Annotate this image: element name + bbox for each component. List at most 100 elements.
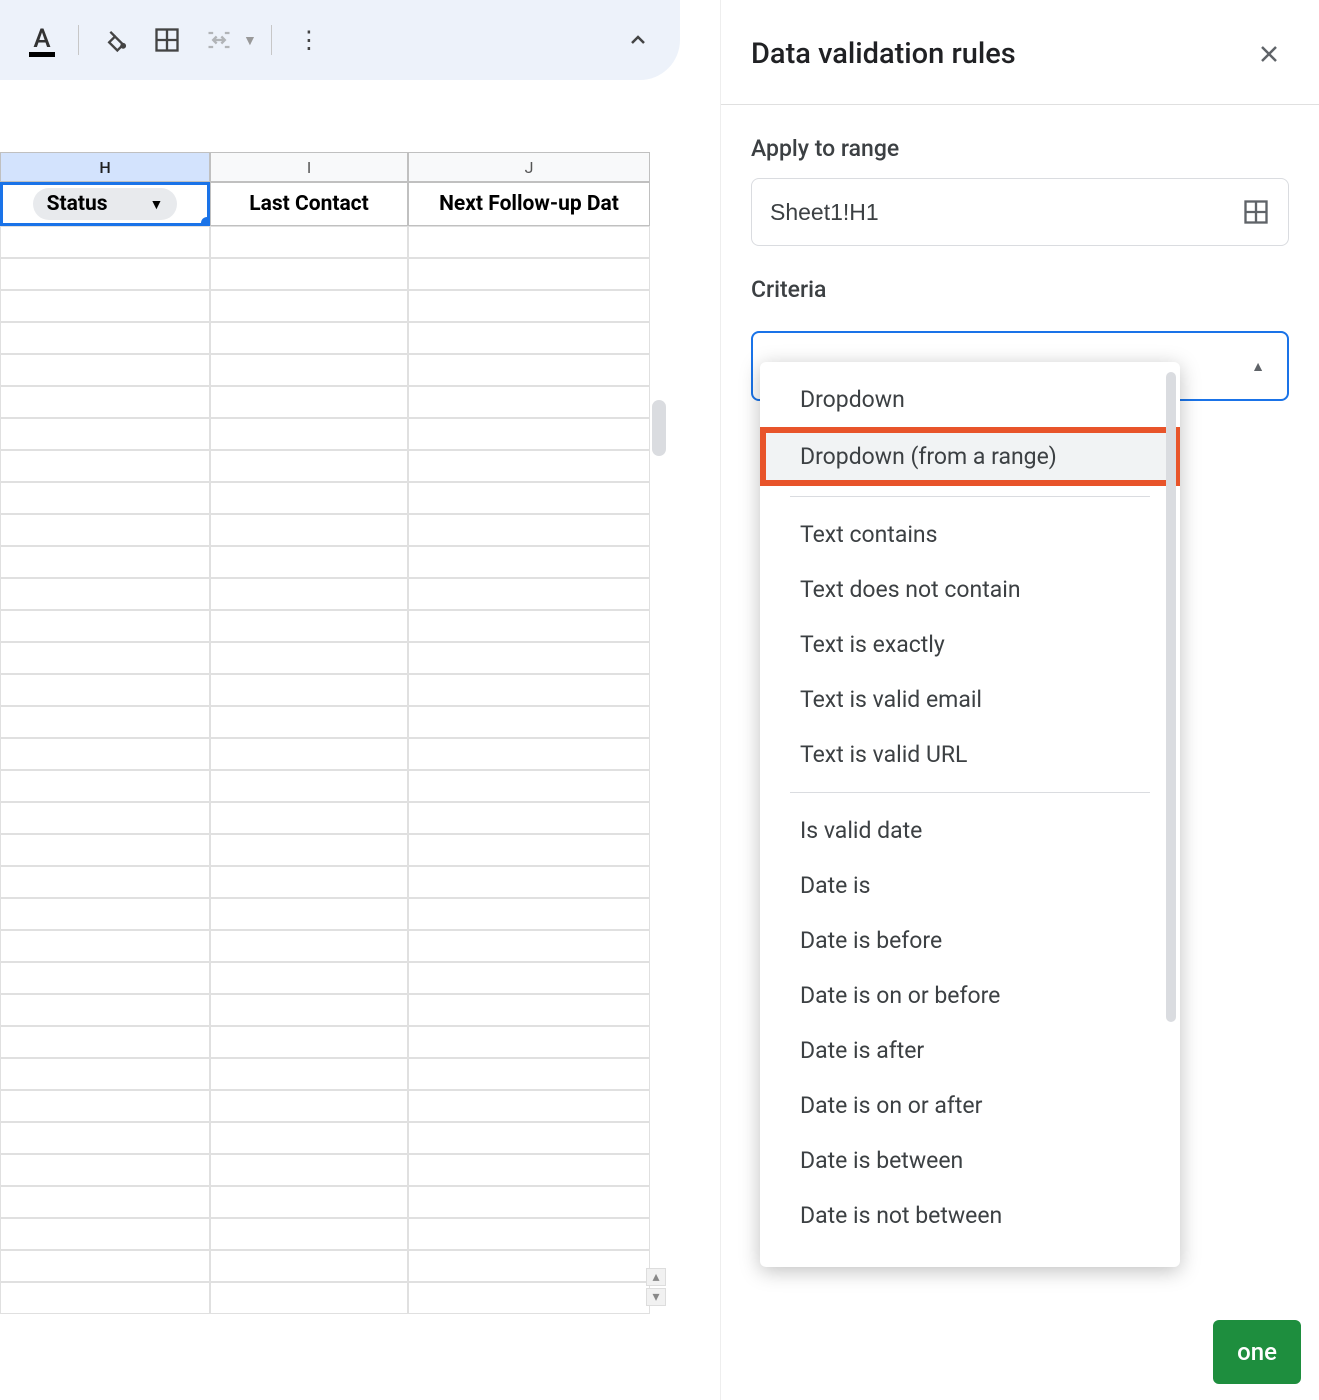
grid-cell[interactable] <box>210 354 408 386</box>
close-sidebar-button[interactable] <box>1249 34 1289 74</box>
criteria-option[interactable]: Date is not between <box>760 1188 1180 1243</box>
grid-cell[interactable] <box>210 994 408 1026</box>
grid-cell[interactable] <box>408 738 650 770</box>
criteria-option[interactable]: Text contains <box>760 507 1180 562</box>
vertical-scrollbar-thumb[interactable] <box>652 400 666 456</box>
grid-cell[interactable] <box>210 898 408 930</box>
grid-cell[interactable] <box>210 1058 408 1090</box>
grid-cell[interactable] <box>0 354 210 386</box>
grid-cell[interactable] <box>210 930 408 962</box>
grid-cell[interactable] <box>210 610 408 642</box>
criteria-option[interactable]: Date is on or after <box>760 1078 1180 1133</box>
grid-cell[interactable] <box>0 834 210 866</box>
grid-cell[interactable] <box>210 1218 408 1250</box>
grid-cell[interactable] <box>0 642 210 674</box>
grid-cell[interactable] <box>408 322 650 354</box>
grid-cell[interactable] <box>0 1122 210 1154</box>
grid-cell[interactable] <box>210 834 408 866</box>
grid-cell[interactable] <box>408 834 650 866</box>
grid-cell[interactable] <box>408 706 650 738</box>
borders-button[interactable] <box>145 18 189 62</box>
column-header-H[interactable]: H <box>0 152 210 182</box>
grid-cell[interactable] <box>408 418 650 450</box>
criteria-option[interactable]: Date is <box>760 858 1180 913</box>
grid-cell[interactable] <box>210 322 408 354</box>
grid-cell[interactable] <box>0 802 210 834</box>
criteria-option[interactable]: Is valid date <box>760 803 1180 858</box>
grid-cell[interactable] <box>0 1090 210 1122</box>
select-range-icon[interactable] <box>1242 198 1270 226</box>
grid-cell[interactable] <box>408 962 650 994</box>
grid-cell[interactable] <box>210 1026 408 1058</box>
text-color-button[interactable]: A <box>20 18 64 62</box>
grid-cell[interactable] <box>0 994 210 1026</box>
grid-cell[interactable] <box>408 1026 650 1058</box>
grid-cell[interactable] <box>408 1218 650 1250</box>
grid-cell[interactable] <box>210 866 408 898</box>
grid-cell[interactable] <box>408 674 650 706</box>
grid-cell[interactable] <box>408 1122 650 1154</box>
grid-cell[interactable] <box>210 1282 408 1314</box>
more-button[interactable]: ⋮ <box>286 18 330 62</box>
merge-cells-button[interactable] <box>197 18 241 62</box>
grid-cell[interactable] <box>408 898 650 930</box>
dropdown-scrollbar[interactable] <box>1166 372 1176 1022</box>
grid-cell[interactable] <box>210 386 408 418</box>
grid-cell[interactable] <box>0 1218 210 1250</box>
grid-cell[interactable] <box>0 706 210 738</box>
criteria-option[interactable]: Date is before <box>760 913 1180 968</box>
grid-cell[interactable] <box>0 962 210 994</box>
grid-cell[interactable] <box>408 1282 650 1314</box>
grid-cell[interactable] <box>210 1186 408 1218</box>
grid-cell[interactable] <box>0 226 210 258</box>
grid-cell[interactable] <box>210 1090 408 1122</box>
grid-cell[interactable] <box>408 258 650 290</box>
grid-cell[interactable] <box>408 354 650 386</box>
grid-cell[interactable] <box>0 898 210 930</box>
criteria-option[interactable]: Dropdown <box>760 372 1180 427</box>
grid-cell[interactable] <box>0 1026 210 1058</box>
grid-cell[interactable] <box>408 930 650 962</box>
grid-cell[interactable] <box>210 290 408 322</box>
grid-cell[interactable] <box>210 738 408 770</box>
grid-cell[interactable] <box>0 1282 210 1314</box>
grid-cell[interactable] <box>408 1250 650 1282</box>
grid-cell[interactable] <box>0 450 210 482</box>
done-button[interactable]: one <box>1213 1320 1301 1384</box>
grid-cell[interactable] <box>408 386 650 418</box>
criteria-option[interactable]: Dropdown (from a range) <box>760 427 1180 486</box>
grid-cell[interactable] <box>0 258 210 290</box>
grid-cell[interactable] <box>210 1154 408 1186</box>
grid-cell[interactable] <box>210 1250 408 1282</box>
merge-dropdown-caret[interactable]: ▼ <box>243 32 257 49</box>
grid-cell[interactable] <box>408 802 650 834</box>
grid-cell[interactable] <box>0 482 210 514</box>
grid-cell[interactable] <box>210 546 408 578</box>
grid-cell[interactable] <box>408 1090 650 1122</box>
grid-cell[interactable] <box>210 578 408 610</box>
criteria-option[interactable]: Date is after <box>760 1023 1180 1078</box>
grid-cell[interactable] <box>210 450 408 482</box>
grid-cell[interactable] <box>408 866 650 898</box>
grid-cell[interactable] <box>408 1154 650 1186</box>
grid-cell[interactable] <box>210 226 408 258</box>
grid-cell[interactable] <box>0 290 210 322</box>
grid-cell[interactable] <box>0 770 210 802</box>
grid-cell[interactable] <box>408 290 650 322</box>
grid-cell[interactable] <box>408 770 650 802</box>
column-header-J[interactable]: J <box>408 152 650 182</box>
grid-cell[interactable] <box>210 674 408 706</box>
grid-cell[interactable] <box>210 962 408 994</box>
grid-cell[interactable] <box>210 642 408 674</box>
criteria-option[interactable]: Text is exactly <box>760 617 1180 672</box>
grid-cell[interactable] <box>0 578 210 610</box>
grid-cell[interactable] <box>0 322 210 354</box>
grid-cell[interactable] <box>0 930 210 962</box>
collapse-toolbar-button[interactable] <box>616 18 660 62</box>
status-dropdown-chip[interactable]: Status▼ <box>33 188 178 220</box>
grid-cell[interactable] <box>408 1186 650 1218</box>
header-cell-H[interactable]: Status▼ <box>0 182 210 226</box>
criteria-option[interactable]: Date is between <box>760 1133 1180 1188</box>
range-input[interactable] <box>770 199 1170 226</box>
column-header-I[interactable]: I <box>210 152 408 182</box>
